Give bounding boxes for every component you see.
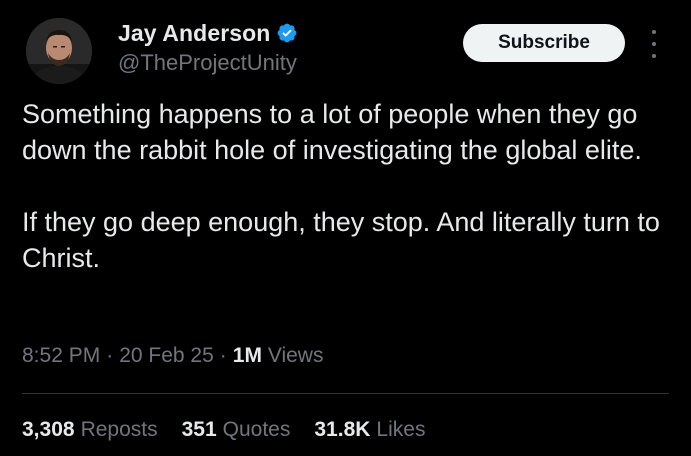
tweet-date[interactable]: 20 Feb 25	[119, 344, 214, 367]
engagement-stats: 3,308 Reposts 351 Quotes 31.8K Likes	[22, 418, 425, 442]
tweet-time[interactable]: 8:52 PM	[22, 344, 100, 367]
likes-stat[interactable]: 31.8K Likes	[314, 418, 425, 442]
avatar[interactable]	[26, 18, 92, 84]
reposts-label: Reposts	[80, 418, 158, 441]
tweet-text: Something happens to a lot of people whe…	[22, 96, 662, 276]
tweet: Jay Anderson @TheProjectUnity Subscribe …	[0, 0, 691, 456]
subscribe-button[interactable]: Subscribe	[463, 24, 625, 62]
quotes-label: Quotes	[222, 418, 291, 441]
reposts-count: 3,308	[22, 418, 75, 441]
author-name-row: Jay Anderson	[118, 18, 298, 48]
tweet-paragraph: If they go deep enough, they stop. And l…	[22, 207, 660, 273]
divider	[22, 393, 669, 394]
quotes-stat[interactable]: 351 Quotes	[182, 418, 291, 442]
author-display-name[interactable]: Jay Anderson	[118, 20, 270, 47]
tweet-meta: 8:52 PM · 20 Feb 25 · 1M Views	[22, 344, 324, 367]
quotes-count: 351	[181, 418, 217, 441]
more-options-icon[interactable]	[646, 30, 662, 58]
verified-badge-icon[interactable]	[276, 22, 298, 44]
author-handle[interactable]: @TheProjectUnity	[118, 50, 297, 76]
views-label: Views	[267, 344, 324, 367]
reposts-stat[interactable]: 3,308 Reposts	[22, 418, 158, 442]
likes-count: 31.8K	[314, 418, 371, 441]
views-count: 1M	[232, 344, 262, 367]
likes-label: Likes	[376, 418, 426, 441]
tweet-paragraph: Something happens to a lot of people whe…	[22, 99, 642, 165]
